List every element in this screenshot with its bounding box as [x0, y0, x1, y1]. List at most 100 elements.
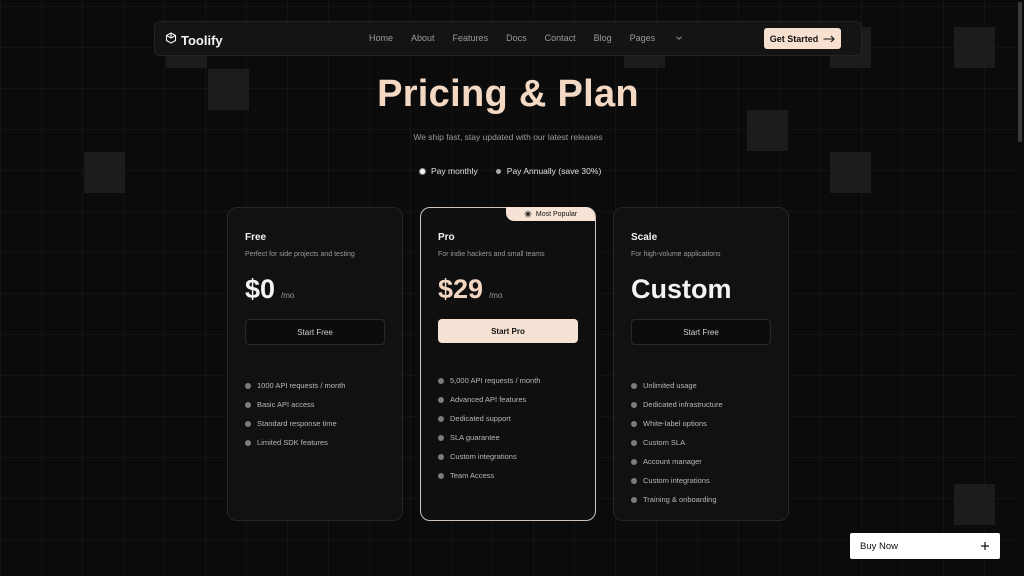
plan-name: Scale — [631, 232, 658, 243]
check-dot-icon — [438, 472, 444, 479]
feature-label: Advanced API features — [450, 395, 527, 404]
decorative-square — [954, 27, 995, 68]
start-pro-button[interactable]: Start Pro — [438, 319, 578, 343]
check-dot-icon — [438, 415, 444, 422]
check-dot-icon — [631, 382, 637, 389]
check-dot-icon — [245, 401, 251, 408]
plan-description: For high-volume applications — [631, 251, 721, 258]
price-amount: Custom — [631, 274, 732, 304]
feature-item: Custom SLA — [631, 433, 723, 452]
plan-name: Pro — [438, 232, 455, 243]
feature-list: Unlimited usage Dedicated infrastructure… — [631, 376, 723, 509]
nav-link-blog[interactable]: Blog — [594, 33, 612, 43]
check-dot-icon — [245, 439, 251, 446]
feature-label: Dedicated support — [450, 414, 511, 423]
page-scrollbar[interactable] — [1016, 0, 1024, 576]
feature-label: 1000 API requests / month — [257, 381, 346, 390]
plan-price: $0 /mo — [245, 274, 294, 305]
check-dot-icon — [245, 382, 251, 389]
badge-label: Most Popular — [535, 210, 578, 218]
check-dot-icon — [245, 420, 251, 427]
price-amount: $0 — [245, 274, 276, 304]
check-dot-icon — [438, 396, 444, 403]
brand-logo[interactable]: Toolify — [165, 31, 223, 49]
check-dot-icon — [631, 458, 637, 465]
annual-label[interactable]: Pay Annually (save 30%) — [507, 166, 602, 176]
page-title: Pricing & Plan — [377, 73, 639, 115]
get-started-label: Get Started — [769, 33, 819, 44]
check-dot-icon — [631, 420, 637, 427]
feature-label: 5,000 API requests / month — [450, 376, 541, 385]
feature-label: SLA guarantee — [450, 433, 500, 442]
feature-item: 5,000 API requests / month — [438, 371, 540, 390]
arrow-right-icon — [823, 35, 836, 42]
start-free-button[interactable]: Start Free — [245, 319, 385, 345]
plan-description: Perfect for side projects and testing — [245, 251, 355, 258]
feature-label: Dedicated infrastructure — [643, 400, 723, 409]
nav-link-home[interactable]: Home — [369, 33, 393, 43]
feature-item: Limited SDK features — [245, 433, 345, 452]
plan-name: Free — [245, 232, 267, 243]
feature-label: White-label options — [643, 419, 707, 428]
billing-toggle: Pay monthly Pay Annually (save 30%) — [419, 166, 601, 176]
buy-now-label: Buy Now — [860, 540, 899, 552]
feature-item: Advanced API features — [438, 390, 540, 409]
check-dot-icon — [438, 377, 444, 384]
nav-pages-dropdown[interactable]: Pages — [630, 33, 684, 43]
check-dot-icon — [631, 439, 637, 446]
decorative-square — [84, 152, 125, 193]
decorative-square — [747, 110, 788, 151]
feature-item: Dedicated infrastructure — [631, 395, 723, 414]
check-dot-icon — [438, 434, 444, 441]
feature-item: Training & onboarding — [631, 490, 723, 509]
feature-item: 1000 API requests / month — [245, 376, 345, 395]
buy-now-button[interactable]: Buy Now — [850, 533, 1000, 559]
feature-label: Custom integrations — [643, 476, 710, 485]
nav-link-contact[interactable]: Contact — [545, 33, 576, 43]
feature-list: 5,000 API requests / month Advanced API … — [438, 371, 540, 485]
feature-item: Custom integrations — [631, 471, 723, 490]
plan-card-scale: Scale For high-volume applications Custo… — [613, 207, 789, 521]
feature-label: Training & onboarding — [643, 495, 717, 504]
sparkle-icon — [524, 210, 532, 218]
check-dot-icon — [631, 477, 637, 484]
get-started-button[interactable]: Get Started — [764, 28, 841, 49]
top-navbar: Toolify Home About Features Docs Contact… — [154, 21, 862, 56]
decorative-square — [954, 484, 995, 525]
price-period: /mo — [489, 291, 503, 300]
plan-price: Custom — [631, 274, 732, 305]
monthly-radio[interactable] — [419, 167, 426, 175]
check-dot-icon — [438, 453, 444, 460]
cube-logo-icon — [165, 31, 177, 49]
nav-link-about[interactable]: About — [411, 33, 435, 43]
nav-link-docs[interactable]: Docs — [506, 33, 527, 43]
feature-label: Basic API access — [257, 400, 315, 409]
nav-pages-label: Pages — [629, 33, 656, 43]
nav-links: Home About Features Docs Contact Blog Pa… — [369, 33, 701, 43]
most-popular-badge: Most Popular — [506, 207, 595, 221]
feature-label: Team Access — [450, 471, 495, 480]
check-dot-icon — [631, 496, 637, 503]
decorative-square — [830, 152, 871, 193]
feature-item: Dedicated support — [438, 409, 540, 428]
plan-description: For indie hackers and small teams — [438, 251, 545, 258]
feature-item: Standard response time — [245, 414, 345, 433]
feature-label: Custom SLA — [643, 438, 686, 447]
plan-price: $29 /mo — [438, 274, 502, 305]
feature-list: 1000 API requests / month Basic API acce… — [245, 376, 345, 452]
plan-card-pro: Most Popular Pro For indie hackers and s… — [420, 207, 596, 521]
feature-item: SLA guarantee — [438, 428, 540, 447]
feature-item: Unlimited usage — [631, 376, 723, 395]
plus-icon — [981, 542, 989, 550]
scrollbar-thumb[interactable] — [1018, 2, 1022, 142]
feature-label: Custom integrations — [450, 452, 517, 461]
annual-radio[interactable] — [495, 168, 501, 174]
monthly-label[interactable]: Pay monthly — [431, 166, 478, 176]
feature-label: Limited SDK features — [257, 438, 328, 447]
feature-item: Team Access — [438, 466, 540, 485]
start-free-button[interactable]: Start Free — [631, 319, 771, 345]
plan-card-free: Free Perfect for side projects and testi… — [227, 207, 403, 521]
nav-link-features[interactable]: Features — [453, 33, 489, 43]
feature-label: Standard response time — [257, 419, 337, 428]
feature-label: Account manager — [643, 457, 702, 466]
